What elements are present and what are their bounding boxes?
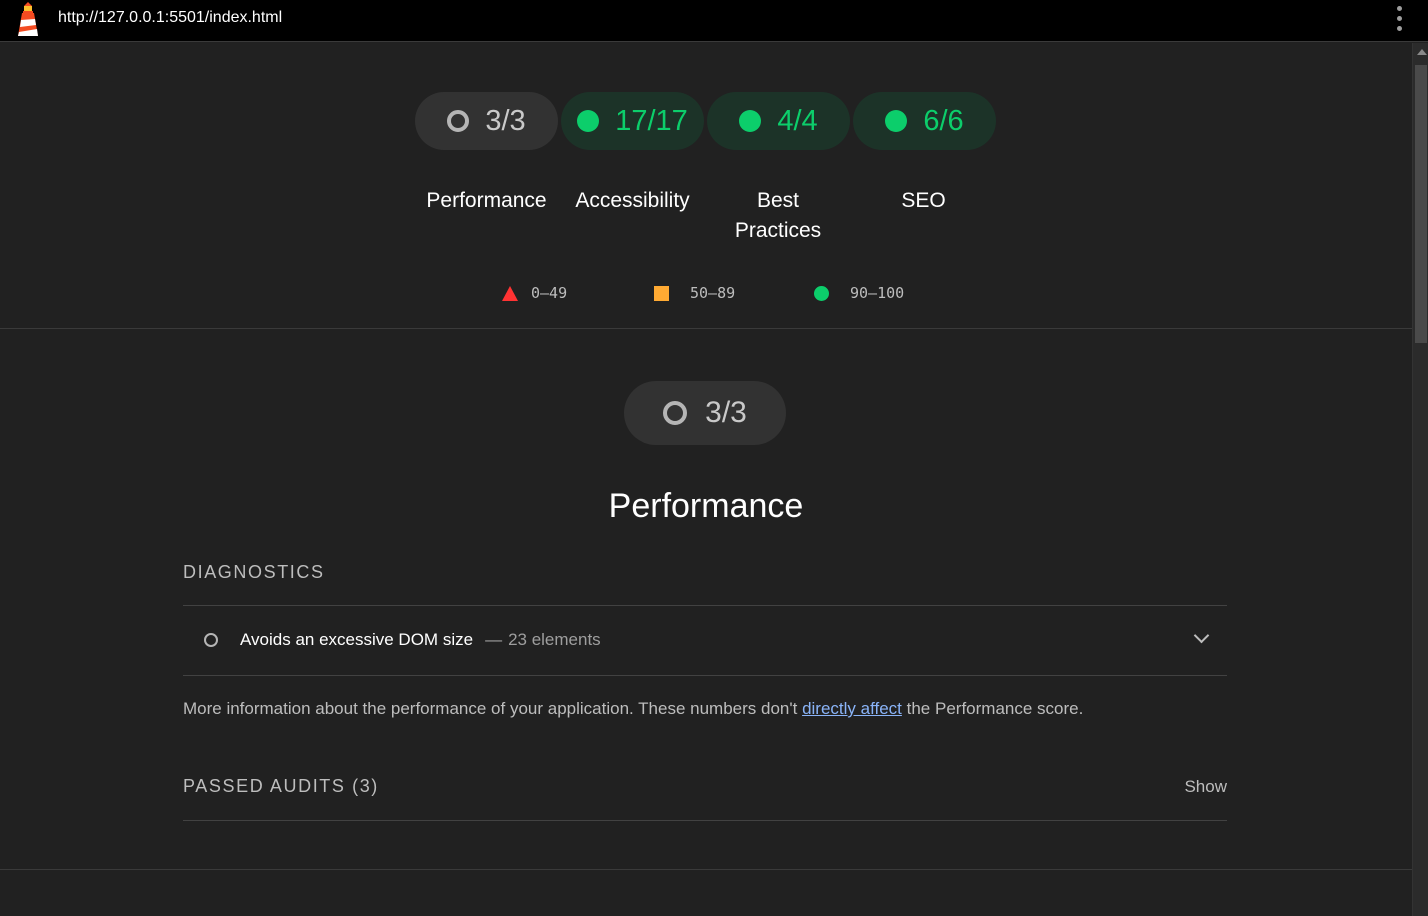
legend-average: 50–89 [654, 284, 735, 302]
section-divider [0, 869, 1412, 870]
legend-range: 0–49 [531, 284, 568, 302]
performance-gauge: 3/3 [624, 381, 786, 445]
directly-affect-link[interactable]: directly affect [802, 699, 902, 718]
gauge-best-practices[interactable]: 4/4 [707, 92, 850, 150]
informative-circle-icon [447, 110, 470, 132]
scroll-up-icon[interactable] [1417, 49, 1427, 55]
audit-text: Avoids an excessive DOM size — 23 elements [240, 630, 601, 650]
performance-score: 3/3 [705, 396, 747, 429]
audit-display-value: 23 elements [508, 630, 601, 649]
audit-separator: — [485, 630, 503, 649]
scrollbar-thumb[interactable] [1415, 65, 1427, 343]
pass-dot-icon [739, 110, 762, 132]
address-url[interactable]: http://127.0.0.1:5501/index.html [58, 9, 282, 27]
legend-range: 50–89 [690, 284, 736, 302]
passed-audits-divider [183, 820, 1227, 821]
pass-dot-icon [577, 110, 600, 132]
show-button[interactable]: Show [1150, 777, 1227, 797]
pass-dot-icon [885, 110, 908, 132]
section-title: Performance [608, 487, 804, 525]
chevron-down-icon[interactable] [1193, 627, 1210, 644]
description-text: More information about the performance o… [183, 699, 803, 718]
gauge-score: 4/4 [777, 104, 818, 137]
lighthouse-logo-icon [18, 2, 38, 36]
legend-range: 90–100 [850, 284, 905, 302]
audit-dom-size[interactable]: Avoids an excessive DOM size — 23 elements [183, 606, 1227, 674]
passed-audits-heading[interactable]: PASSED AUDITS (3) [183, 776, 379, 797]
gauge-label-seo[interactable]: SEO [851, 186, 996, 216]
informative-circle-icon [204, 633, 218, 647]
gauge-performance[interactable]: 3/3 [415, 92, 558, 150]
legend-pass: 90–100 [814, 284, 904, 302]
group-description: More information about the performance o… [183, 699, 1083, 719]
legend-fail: 0–49 [502, 284, 567, 302]
gauge-label-performance[interactable]: Performance [414, 186, 559, 216]
audit-divider [183, 675, 1227, 676]
audit-title: Avoids an excessive DOM size [240, 630, 474, 649]
more-options-icon[interactable] [1391, 5, 1407, 33]
section-divider [0, 328, 1412, 329]
gauge-accessibility[interactable]: 17/17 [561, 92, 704, 150]
average-square-icon [654, 285, 669, 301]
pass-circle-icon [814, 285, 829, 301]
gauge-score: 17/17 [615, 104, 688, 137]
informative-circle-icon [663, 401, 688, 425]
gauge-score: 3/3 [485, 104, 526, 137]
fail-triangle-icon [502, 285, 518, 301]
browser-topbar: http://127.0.0.1:5501/index.html [0, 0, 1428, 42]
description-text-end: the Performance score. [901, 699, 1084, 718]
gauge-seo[interactable]: 6/6 [853, 92, 996, 150]
gauge-score: 6/6 [923, 104, 964, 137]
gauge-label-accessibility[interactable]: Accessibility [560, 186, 705, 216]
diagnostics-heading: DIAGNOSTICS [183, 562, 325, 582]
vertical-scrollbar[interactable] [1412, 43, 1428, 916]
gauge-label-best-practices[interactable]: Best Practices [728, 186, 828, 246]
